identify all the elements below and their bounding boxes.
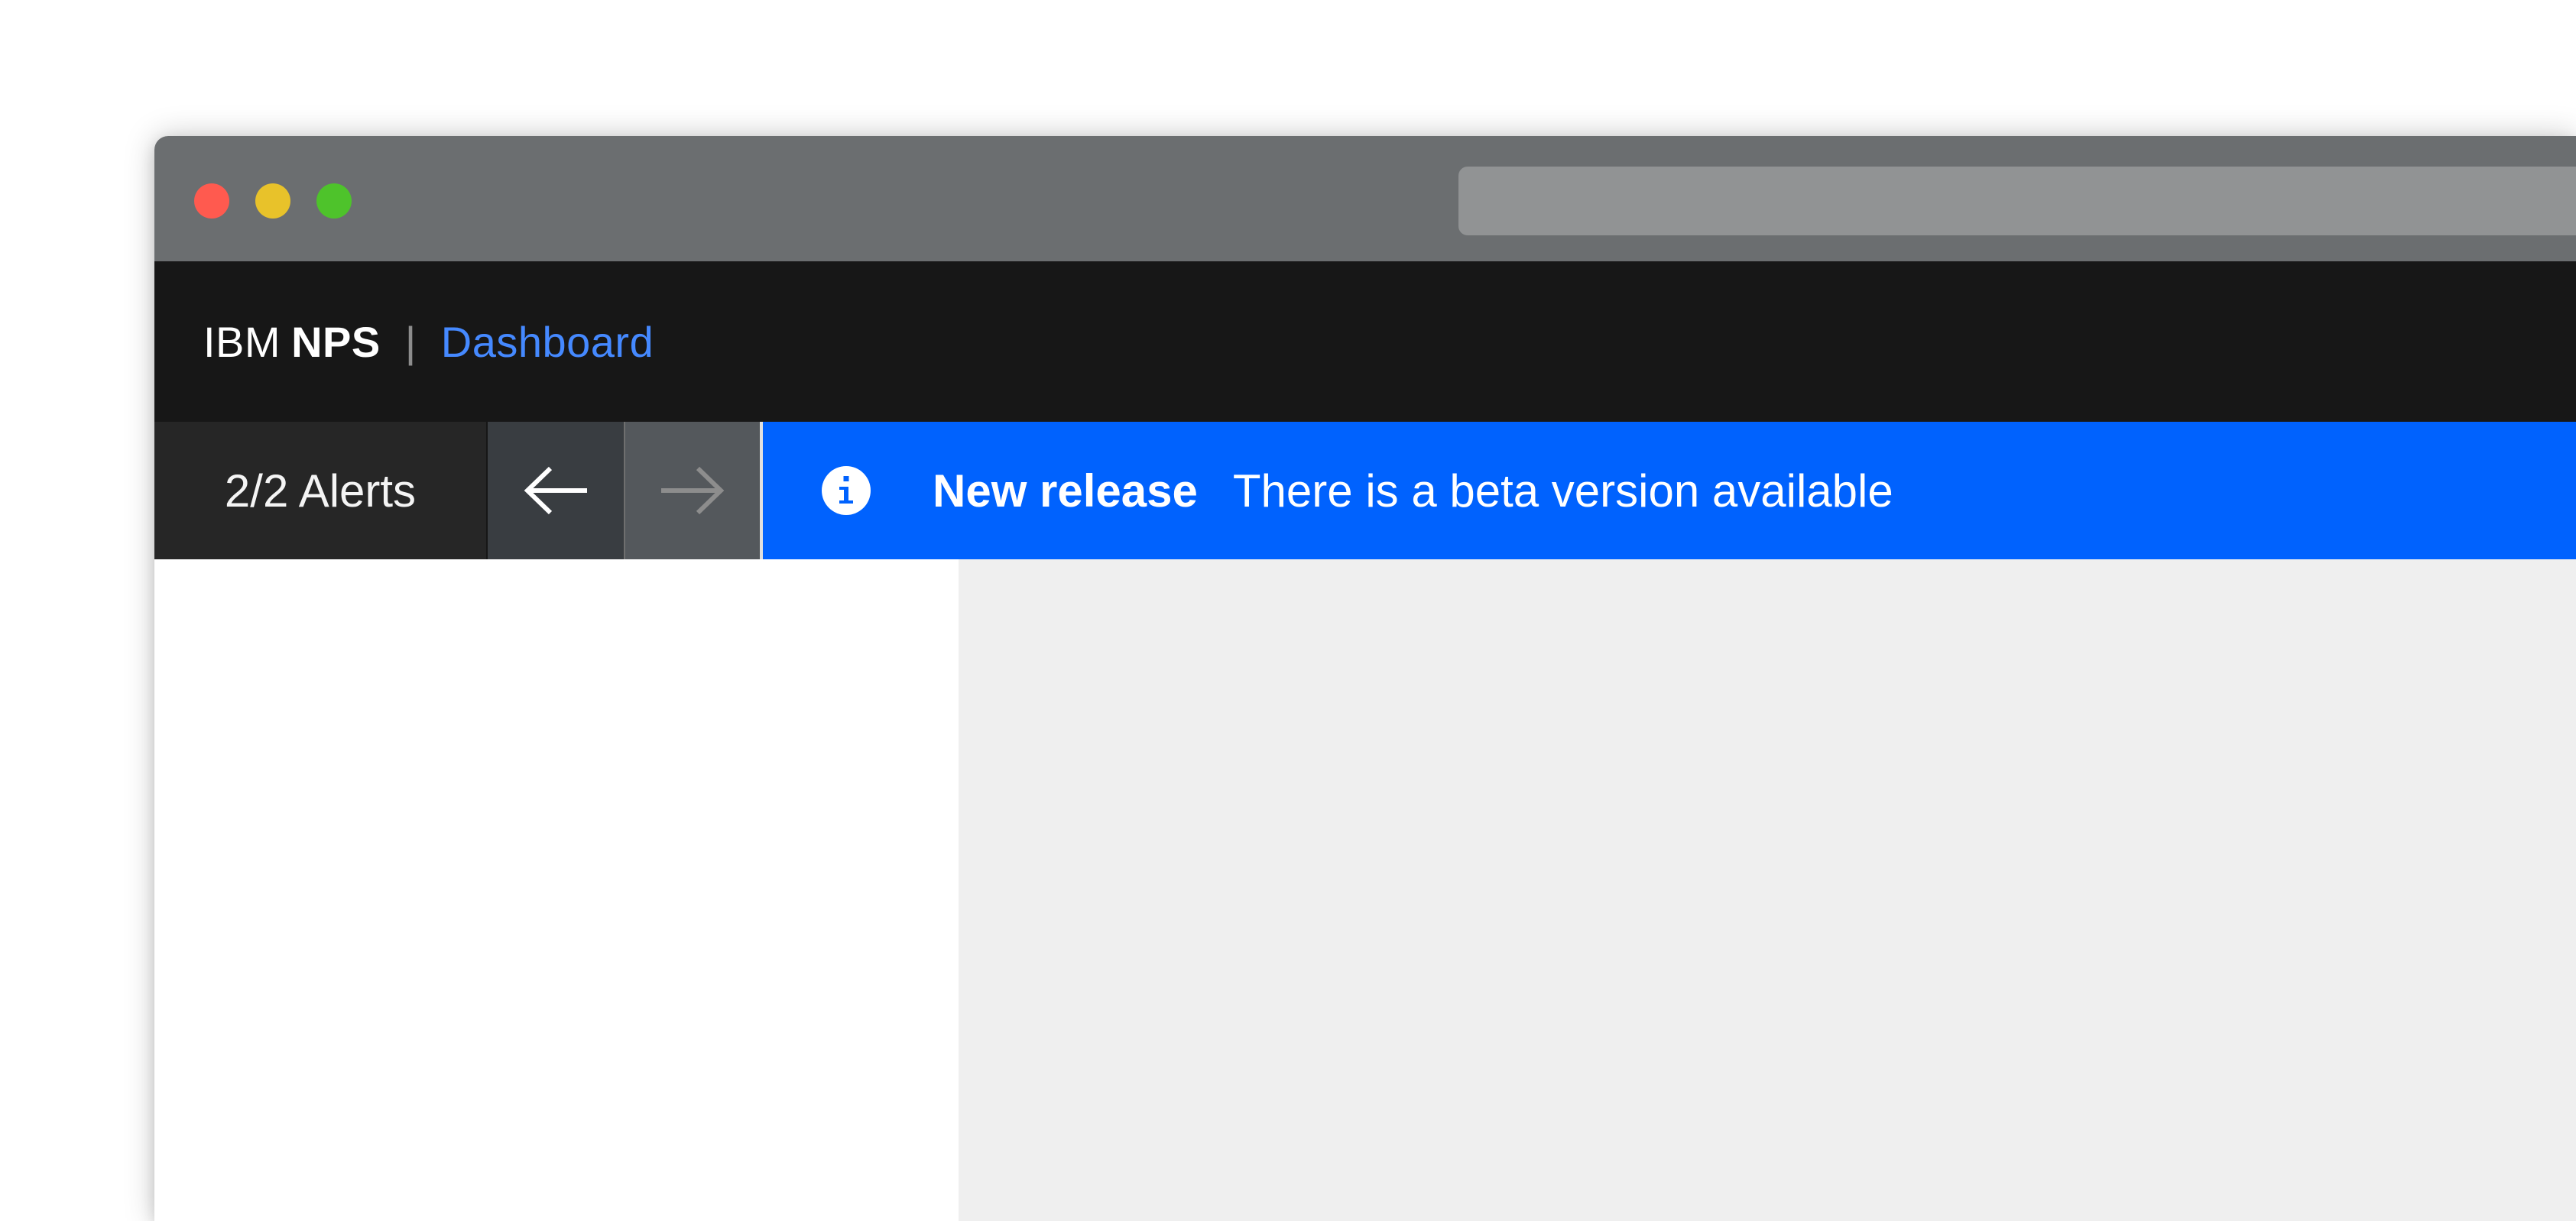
alert-bar: 2/2 Alerts New release There is a beta v… [154,422,2576,559]
app-header: IBM NPS | Dashboard [154,261,2576,422]
address-bar[interactable] [1458,167,2576,235]
brand-company: IBM [203,317,281,366]
notification-banner: New release There is a beta version avai… [763,422,2576,559]
main-content [959,559,2576,1221]
browser-window: IBM NPS | Dashboard 2/2 Alerts New relea… [154,136,2576,1221]
brand-product: NPS [291,317,381,366]
maximize-window-button[interactable] [316,183,352,219]
breadcrumb-dashboard[interactable]: Dashboard [441,317,654,367]
arrow-right-icon [661,466,725,515]
brand: IBM NPS | Dashboard [203,317,654,367]
arrow-left-icon [524,466,587,515]
next-alert-button[interactable] [625,422,763,559]
side-panel [154,559,959,1221]
minimize-window-button[interactable] [255,183,290,219]
info-icon [821,465,871,516]
window-titlebar [154,136,2576,261]
previous-alert-button[interactable] [488,422,625,559]
notification-title: New release [933,465,1198,517]
alert-count: 2/2 Alerts [154,422,488,559]
close-window-button[interactable] [194,183,229,219]
notification-message: There is a beta version available [1232,465,1893,517]
brand-separator: | [404,317,417,366]
